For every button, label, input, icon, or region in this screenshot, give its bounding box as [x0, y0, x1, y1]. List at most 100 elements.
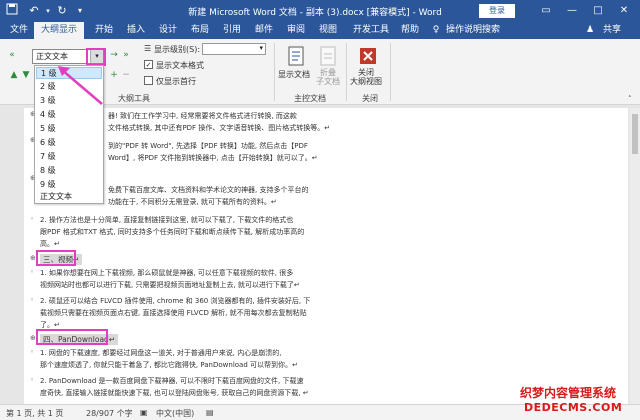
- close-group-label: 关闭: [362, 94, 378, 103]
- ribbon-separator: [274, 43, 275, 101]
- move-up-icon[interactable]: ▲: [8, 69, 20, 81]
- expand-icon[interactable]: +: [108, 69, 120, 81]
- move-down-icon[interactable]: ▼: [20, 69, 32, 81]
- show-text-format-checkbox[interactable]: ✓: [144, 60, 153, 69]
- demote-body-icon[interactable]: »: [120, 49, 132, 61]
- login-button[interactable]: 登录: [479, 4, 515, 18]
- minimize-button[interactable]: —: [560, 0, 584, 22]
- word-count[interactable]: 28/907 个字: [86, 408, 133, 419]
- master-document-group-label: 主控文档: [294, 94, 326, 103]
- vertical-scrollbar[interactable]: [630, 108, 640, 404]
- dropdown-option-level-6[interactable]: 6 级: [36, 137, 102, 149]
- watermark-text: 织梦内容管理系统: [520, 386, 617, 400]
- close-outline-view-icon[interactable]: [358, 45, 378, 67]
- document-page: ⊕ 器! 致们在工作学习中, 经常需要将文件格式进行转换, 而这款 文件格式转换…: [24, 108, 628, 404]
- page-count[interactable]: 第 1 页, 共 1 页: [6, 408, 63, 419]
- tab-help[interactable]: 帮助: [398, 22, 422, 39]
- doc-line: 到的"PDF 转 Word", 先选择【PDF 转换】功能, 然后点击【PDF: [108, 142, 308, 150]
- language[interactable]: 中文(中国): [156, 408, 194, 419]
- window-title: 新建 Microsoft Word 文档 - 副本 (3).docx [兼容模式…: [188, 8, 442, 18]
- share-button[interactable]: 共享: [598, 22, 626, 39]
- scrollbar-thumb[interactable]: [632, 114, 638, 154]
- tell-me-search[interactable]: 操作说明搜索: [446, 22, 518, 39]
- tab-mailings[interactable]: 邮件: [252, 22, 276, 39]
- show-level-select[interactable]: ▾: [202, 43, 266, 55]
- show-document-button[interactable]: 显示文档: [278, 69, 310, 80]
- watermark-url: DEDECMS.COM: [524, 401, 623, 414]
- doc-line: 了。↵: [40, 321, 60, 329]
- dropdown-option-body-text[interactable]: 正文文本: [36, 191, 102, 203]
- show-text-format-label: 显示文本格式: [156, 61, 204, 70]
- highlight-box: [36, 329, 108, 345]
- collapse-icon[interactable]: −: [120, 69, 132, 81]
- doc-line: 视频网站时也都可以进行下载, 只需要把视频页面地址复制上去, 就可以进行下载了↵: [40, 281, 300, 289]
- outline-bullet: ◦: [30, 348, 35, 356]
- dropdown-option-level-4[interactable]: 4 级: [36, 109, 102, 121]
- ribbon-separator: [346, 43, 347, 101]
- macro-icon[interactable]: ▤: [206, 408, 214, 417]
- doc-line: 文件格式转换, 其中还有PDF 操作、文字语音转换、图片格式转换等。↵: [108, 124, 331, 132]
- customize-qa-icon[interactable]: ▾: [72, 3, 88, 19]
- collapse-ribbon-icon[interactable]: ˄: [628, 95, 632, 103]
- collapse-subdocuments-icon[interactable]: [318, 45, 338, 67]
- outline-tools-group-label: 大纲工具: [118, 94, 150, 103]
- doc-line: 高。↵: [40, 240, 60, 248]
- show-document-icon[interactable]: [286, 45, 306, 67]
- outline-bullet: ⊕: [30, 334, 36, 342]
- ribbon-display-icon[interactable]: ▭: [534, 0, 558, 22]
- dropdown-option-level-9[interactable]: 9 级: [36, 179, 102, 191]
- ribbon-separator: [390, 43, 391, 101]
- save-icon[interactable]: [4, 3, 20, 19]
- chevron-down-icon: ▾: [259, 44, 263, 52]
- show-level-icon: ☰: [144, 44, 152, 53]
- highlight-box: [36, 250, 76, 266]
- close-button[interactable]: ✕: [612, 0, 636, 22]
- show-first-line-label: 仅显示首行: [156, 77, 196, 86]
- tab-view[interactable]: 视图: [316, 22, 340, 39]
- tab-insert[interactable]: 插入: [124, 22, 148, 39]
- demote-icon[interactable]: →: [108, 49, 120, 61]
- tab-home[interactable]: 开始: [92, 22, 116, 39]
- promote-top-icon[interactable]: «: [6, 49, 18, 61]
- tab-outline[interactable]: 大纲显示: [34, 22, 84, 39]
- collapse-subdocuments-button[interactable]: 折叠 子文档: [316, 68, 340, 86]
- ribbon-tabs: 文件 大纲显示 开始 插入 设计 布局 引用 邮件 审阅 视图 开发工具 帮助 …: [0, 22, 640, 39]
- lightbulb-icon: ♀: [432, 25, 440, 35]
- share-icon[interactable]: ♟: [584, 22, 596, 39]
- doc-line: 2. 操作方法也是十分简单, 直接复制链接到这里, 就可以下载了, 下载文件的格…: [40, 216, 294, 224]
- outline-bullet: ◦: [30, 376, 35, 384]
- tab-layout[interactable]: 布局: [188, 22, 212, 39]
- doc-line: 跟PDF 格式和TXT 格式, 同时支持多个任务同时下载和断点续传下载, 解析成…: [40, 228, 305, 236]
- tab-references[interactable]: 引用: [220, 22, 244, 39]
- watermark-logo: 织梦内容管理系统 DEDECMS.COM: [520, 384, 638, 418]
- maximize-button[interactable]: □: [586, 0, 610, 22]
- close-outline-view-button[interactable]: 关闭 大纲视图: [350, 68, 382, 86]
- doc-line: 1. 如果你想要在网上下载视频, 那么硕鼠就是神器, 可以任意下载视频的软件, …: [40, 269, 294, 277]
- doc-line: 免费下载百度文库、文档资料和学术论文的神器, 支持多个平台的: [108, 186, 309, 194]
- show-first-line-checkbox[interactable]: [144, 76, 153, 85]
- outline-bullet: ◦: [30, 296, 35, 304]
- dropdown-option-level-5[interactable]: 5 级: [36, 123, 102, 135]
- doc-line: Word】, 将PDF 文件拖到转换器中, 点击【开始转换】就可以了。↵: [108, 154, 318, 162]
- dropdown-option-level-8[interactable]: 8 级: [36, 165, 102, 177]
- redo-icon[interactable]: ↻: [54, 3, 70, 19]
- doc-line: 1. 网盘的下载速度, 都要经过网盘这一道关, 对于普通用户来说, 内心是崩溃的…: [40, 349, 282, 357]
- doc-line: 2. 硕鼠还可以结合 FLVCD 插件使用, chrome 和 360 浏览器都…: [40, 297, 311, 305]
- tab-developer[interactable]: 开发工具: [350, 22, 392, 39]
- outline-level-value: 正文文本: [36, 52, 68, 61]
- doc-line: 载视频只需要在视频页面点右键, 直接选择使用 FLVCD 解析, 就不用每次都去…: [40, 309, 307, 317]
- doc-line: 那个速度烦透了, 你就只能干着急了, 都比它跑得快, PanDownload 可…: [40, 361, 298, 369]
- outline-bullet: ◦: [30, 268, 35, 276]
- tab-file[interactable]: 文件: [6, 22, 32, 39]
- dropdown-option-level-7[interactable]: 7 级: [36, 151, 102, 163]
- outline-bullet: ⊕: [30, 254, 36, 262]
- outline-bullet: ◦: [30, 215, 35, 223]
- tab-design[interactable]: 设计: [156, 22, 180, 39]
- title-bar: ↶ ▾ ↻ ▾ 新建 Microsoft Word 文档 - 副本 (3).do…: [0, 0, 640, 22]
- tab-review[interactable]: 审阅: [284, 22, 308, 39]
- annotation-arrow: [58, 66, 103, 105]
- show-level-label: 显示级别(S):: [154, 45, 201, 54]
- proofing-icon[interactable]: ▣: [140, 408, 148, 417]
- doc-line: 功能在于, 不同积分无需登录, 就可下载所有的资料。↵: [108, 198, 277, 206]
- doc-line: 器! 致们在工作学习中, 经常需要将文件格式进行转换, 而这款: [108, 112, 297, 120]
